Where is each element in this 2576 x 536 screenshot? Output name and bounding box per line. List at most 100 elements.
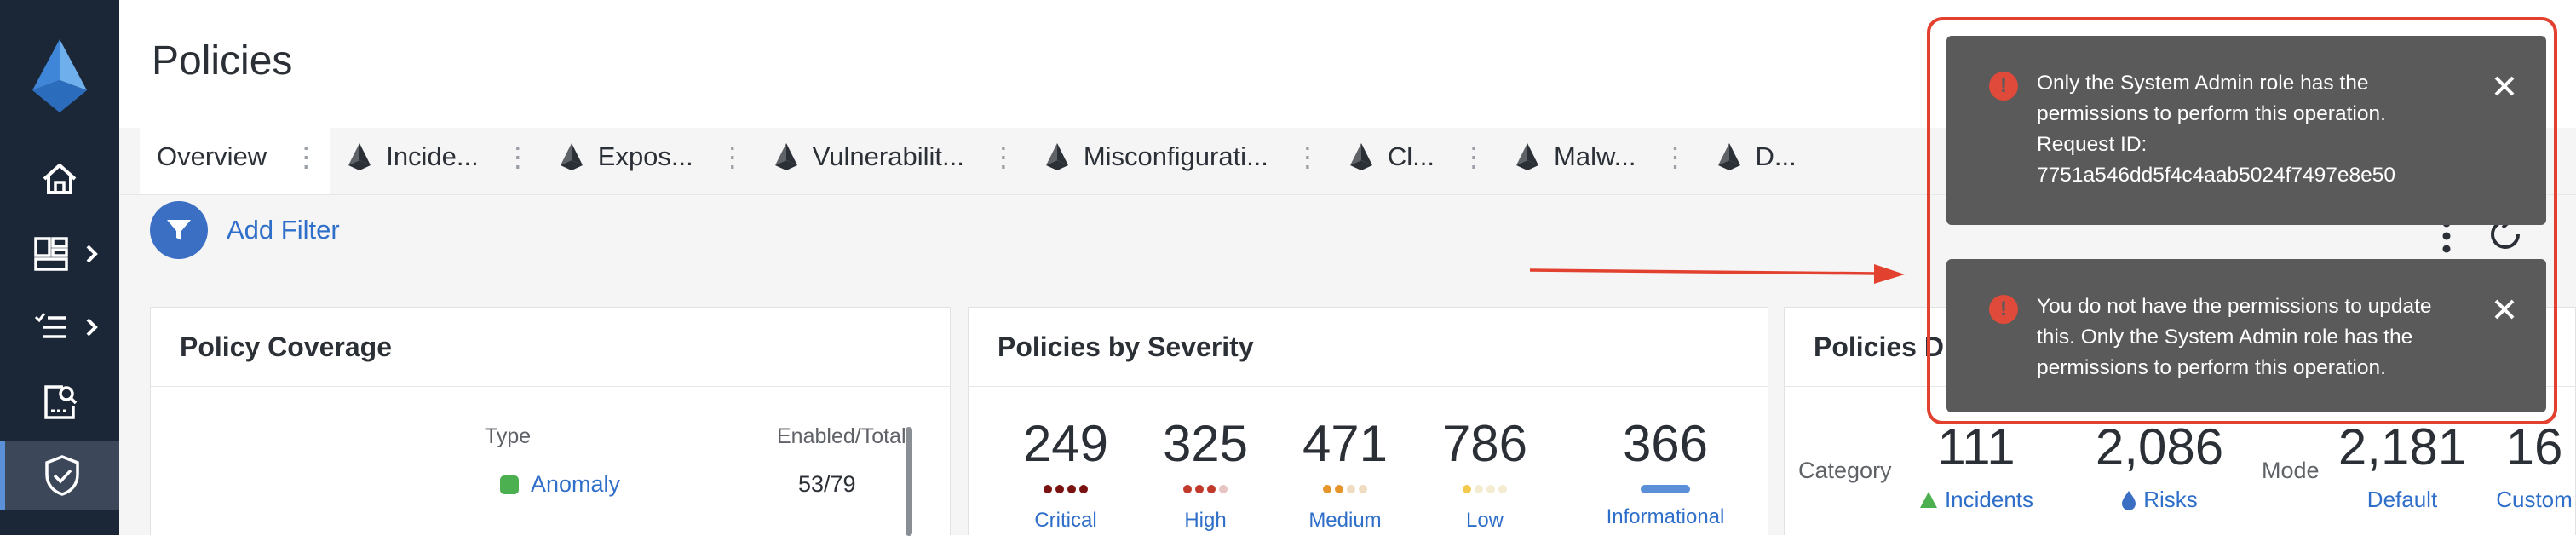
- metric-default[interactable]: 2,181 Default: [2321, 422, 2483, 513]
- divider: [151, 386, 950, 387]
- error-icon: !: [1989, 72, 2018, 101]
- severity-medium[interactable]: 471 Medium: [1285, 418, 1405, 533]
- severity-label: High: [1184, 509, 1227, 532]
- tab-misconfigurations[interactable]: Misconfigurati... ⋮: [1027, 119, 1331, 194]
- policy-coverage-card: Policy Coverage Type Enabled/Total Anoma…: [150, 307, 951, 536]
- anomaly-icon: [500, 475, 519, 494]
- metric-value: 2,086: [2095, 418, 2224, 475]
- sidebar-item-home[interactable]: [0, 145, 119, 213]
- request-id-label: Request ID:: [2037, 133, 2148, 156]
- close-icon[interactable]: [2492, 73, 2517, 99]
- tab-label: Cl...: [1387, 141, 1435, 171]
- annotation-arrow: [1530, 264, 1905, 284]
- sidebar-item-policies-menu[interactable]: [0, 293, 119, 361]
- metric-label: Custom: [2496, 487, 2573, 512]
- tab-exposure[interactable]: Expos... ⋮: [542, 119, 756, 194]
- severity-label: Medium: [1308, 509, 1382, 532]
- card-title: Policies D: [1814, 331, 1944, 362]
- error-notification: ! You do not have the permissions to upd…: [1946, 259, 2546, 412]
- prisma-logo-icon[interactable]: [26, 39, 94, 112]
- tab-menu-icon[interactable]: ⋮: [719, 143, 746, 170]
- severity-dots-icon: [1285, 485, 1405, 497]
- severity-count: 366: [1622, 415, 1709, 472]
- tab-label: Expos...: [597, 141, 693, 171]
- tab-label: Malw...: [1554, 141, 1636, 171]
- severity-critical[interactable]: 249 Critical: [1006, 418, 1125, 533]
- error-notification: ! Only the System Admin role has the per…: [1946, 36, 2546, 225]
- tab-d[interactable]: D...: [1699, 119, 1808, 194]
- dashboard-icon: [34, 237, 68, 271]
- divider: [969, 386, 1768, 387]
- tab-menu-icon[interactable]: ⋮: [1662, 143, 1689, 170]
- tab-label: Incide...: [386, 141, 479, 171]
- card-title: Policies by Severity: [998, 331, 1254, 362]
- severity-informational[interactable]: 366 Informational: [1589, 418, 1742, 529]
- severity-count: 471: [1302, 415, 1389, 472]
- prisma-icon: [1349, 143, 1372, 170]
- tab-label: Misconfigurati...: [1083, 141, 1268, 171]
- tab-menu-icon[interactable]: ⋮: [504, 143, 532, 170]
- tab-cl[interactable]: Cl... ⋮: [1331, 119, 1498, 194]
- add-filter-label: Add Filter: [227, 215, 340, 245]
- severity-low[interactable]: 786 Low: [1425, 418, 1544, 533]
- metric-incidents[interactable]: 111 Incidents: [1904, 422, 2049, 513]
- notification-text: this. Only the System Admin role has the: [2037, 326, 2413, 349]
- tab-menu-icon[interactable]: ⋮: [1460, 143, 1487, 170]
- enabled-total-value: 53/79: [798, 471, 856, 497]
- column-header-enabled-total: Enabled/Total: [777, 424, 906, 448]
- notification-text: permissions to perform this operation.: [2037, 102, 2386, 125]
- prisma-icon: [1045, 143, 1068, 170]
- incident-icon: [1919, 491, 1937, 508]
- notification-text: permissions to perform this operation.: [2037, 356, 2386, 379]
- notification-text: You do not have the permissions to updat…: [2037, 295, 2432, 318]
- tab-bar: Overview ⋮ Incide... ⋮ Expos... ⋮ Vulner…: [140, 119, 1808, 194]
- severity-dots-icon: [1425, 485, 1544, 497]
- tab-overview[interactable]: Overview ⋮: [140, 119, 331, 194]
- metric-label: Incidents: [1944, 487, 2034, 512]
- tab-label: Overview: [157, 141, 267, 171]
- risk-icon: [2122, 490, 2136, 510]
- tab-incidents[interactable]: Incide... ⋮: [330, 119, 542, 194]
- home-icon: [43, 164, 77, 194]
- close-icon[interactable]: [2492, 297, 2517, 322]
- prisma-icon: [1516, 143, 1539, 170]
- tab-menu-icon[interactable]: ⋮: [292, 143, 319, 170]
- tab-label: Vulnerabilit...: [812, 141, 964, 171]
- table-row[interactable]: Anomaly: [500, 471, 620, 498]
- severity-label: Low: [1465, 509, 1504, 532]
- scrollbar[interactable]: [906, 427, 912, 536]
- severity-count: 786: [1441, 415, 1528, 472]
- prisma-icon: [1717, 143, 1740, 170]
- request-id-value: 7751a546dd5f4c4aab5024f7497e8e50: [2037, 164, 2396, 187]
- list-icon: [34, 313, 66, 338]
- policy-type-link[interactable]: Anomaly: [531, 471, 620, 498]
- severity-high[interactable]: 325 High: [1146, 418, 1265, 533]
- tab-label: D...: [1755, 141, 1797, 171]
- card-title: Policy Coverage: [180, 331, 392, 362]
- sidebar-item-dashboards[interactable]: [0, 220, 119, 288]
- metric-custom[interactable]: 16 Custom: [2492, 422, 2576, 513]
- severity-label: Informational: [1606, 505, 1725, 528]
- policies-by-severity-card: Policies by Severity 249 Critical 325 Hi…: [968, 307, 1768, 535]
- severity-count: 325: [1162, 415, 1249, 472]
- metric-value: 16: [2505, 418, 2563, 475]
- tab-vulnerabilities[interactable]: Vulnerabilit... ⋮: [756, 119, 1027, 194]
- metric-label: Default: [2366, 487, 2438, 512]
- sidebar-item-governance[interactable]: [0, 441, 119, 510]
- sidebar-item-investigate[interactable]: [0, 368, 119, 436]
- severity-dots-icon: [1006, 485, 1125, 497]
- metric-risks[interactable]: 2,086 Risks: [2066, 422, 2253, 513]
- metric-label: Risks: [2143, 487, 2198, 512]
- mode-label: Mode: [2262, 458, 2320, 483]
- tab-menu-icon[interactable]: ⋮: [990, 143, 1017, 170]
- filter-icon: [150, 201, 208, 259]
- tab-menu-icon[interactable]: ⋮: [1294, 143, 1321, 170]
- severity-dots-icon: [1146, 485, 1265, 497]
- search-report-icon: [44, 385, 78, 419]
- error-icon: !: [1989, 295, 2018, 324]
- prisma-icon: [348, 143, 371, 170]
- add-filter-button[interactable]: Add Filter: [150, 201, 340, 259]
- tab-malware[interactable]: Malw... ⋮: [1498, 119, 1699, 194]
- notification-text: Only the System Admin role has the: [2037, 72, 2369, 95]
- severity-bar-icon: [1641, 485, 1690, 493]
